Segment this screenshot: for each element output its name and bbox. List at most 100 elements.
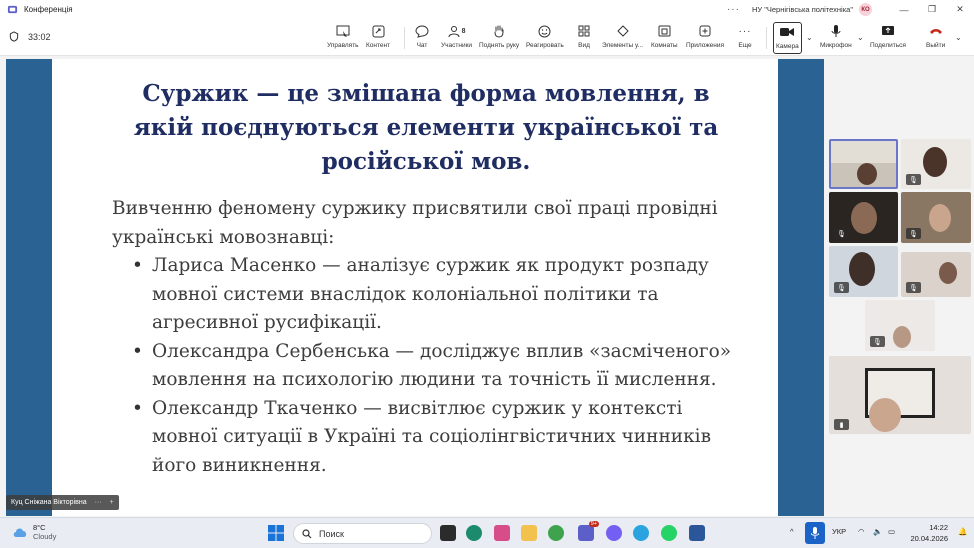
control-label: Управлять	[327, 42, 359, 49]
chevron-down-icon[interactable]: ⌄	[955, 33, 962, 42]
slide-bullet: Лариса Масенко — аналізує суржик як прод…	[132, 252, 752, 338]
mic-off-icon: 🎙	[870, 336, 885, 347]
participant-tile[interactable]: ▮	[829, 356, 971, 434]
participant-tile[interactable]: 🎙	[829, 246, 898, 297]
microphone-button[interactable]: Микрофон	[820, 22, 852, 54]
ellipsis-icon: ···	[738, 25, 752, 37]
telegram-icon[interactable]	[633, 525, 649, 541]
chevron-down-icon[interactable]: ⌄	[806, 33, 813, 42]
timer-text: 33:02	[28, 31, 51, 42]
mic-off-icon: 🎙	[834, 228, 849, 239]
hand-icon	[490, 22, 508, 40]
system-clock[interactable]: 14:22 20.04.2026	[910, 522, 948, 544]
rooms-icon	[655, 22, 673, 40]
apps-label: Приложения	[686, 42, 725, 49]
raise-hand-button[interactable]: Поднять руку	[479, 22, 519, 54]
camera-button[interactable]: Камера	[773, 22, 802, 54]
mic-off-icon: 🎙	[906, 174, 921, 185]
windows-start-icon[interactable]	[268, 525, 284, 541]
microphone-icon	[827, 22, 845, 40]
notifications-bell-icon[interactable]: 🔔	[958, 527, 967, 536]
content-label: Контент	[366, 42, 391, 49]
video-camera-icon	[778, 23, 796, 41]
mic-on-icon: ▮	[834, 419, 849, 430]
presenter-name-tag[interactable]: Куц Сніжана Вікторівна ··· +	[6, 495, 119, 510]
slide-bullet-list: Лариса Масенко — аналізує суржик як прод…	[132, 252, 752, 480]
participants-count: 8	[461, 27, 466, 35]
slide-body: Вивченню феномену суржику присвятили сво…	[112, 195, 752, 480]
react-button[interactable]: Реагировать	[526, 22, 564, 54]
participant-tile[interactable]: 🎙	[829, 192, 898, 243]
control-button[interactable]: Управлять	[327, 22, 359, 54]
app-icon	[7, 5, 18, 14]
rooms-button[interactable]: Комнаты	[651, 22, 678, 54]
minimize-icon[interactable]: —	[890, 5, 918, 15]
participant-tile[interactable]: 🎙	[901, 139, 971, 189]
wifi-icon[interactable]: ◠	[858, 527, 865, 536]
battery-icon[interactable]: ▭	[888, 527, 895, 536]
apps-button[interactable]: Приложения	[686, 22, 724, 54]
leave-label: Выйти	[926, 42, 946, 49]
chevron-down-icon[interactable]: ⌄	[857, 33, 864, 42]
mic-in-use-icon[interactable]	[805, 522, 825, 544]
organization-name: НУ "Чернігівська політехніка"	[751, 5, 853, 14]
weather-condition: Cloudy	[33, 532, 57, 541]
avatar[interactable]: КО	[859, 3, 872, 16]
participant-tile[interactable]: 🎙	[865, 300, 935, 351]
meeting-toolbar: 33:02 Управлять Контент Чат 8 Участники …	[0, 19, 974, 56]
restore-icon[interactable]: ❐	[918, 4, 946, 15]
chat-label: Чат	[416, 42, 428, 49]
participant-tile[interactable]: 🎙	[901, 192, 971, 243]
microphone-label: Микрофон	[820, 42, 852, 49]
participant-tile[interactable]	[829, 139, 898, 189]
teams-icon[interactable]: 9+	[578, 521, 599, 541]
chat-button[interactable]: Чат	[413, 22, 431, 54]
volume-icon[interactable]: 🔈	[873, 527, 882, 536]
content-icon	[369, 22, 387, 40]
plus-square-icon	[696, 22, 714, 40]
share-button[interactable]: Поделиться	[870, 22, 906, 54]
chrome-browser-icon[interactable]	[548, 525, 564, 541]
elements-button[interactable]: Элементы у...	[602, 22, 643, 54]
shared-content-stage: Суржик — це змішана форма мовлення, в як…	[0, 57, 827, 517]
content-button[interactable]: Контент	[366, 22, 390, 54]
slide-intro: Вивченню феномену суржику присвятили сво…	[112, 198, 718, 248]
more-button[interactable]: ··· Еще	[736, 22, 754, 54]
task-view-icon[interactable]	[440, 525, 456, 541]
title-bar: Конференція ··· НУ "Чернігівська політех…	[0, 0, 974, 19]
weather-widget[interactable]: 8°C Cloudy	[12, 523, 56, 541]
view-button[interactable]: Вид	[575, 22, 593, 54]
participants-button[interactable]: 8 Участники	[441, 22, 472, 54]
toolbar-divider	[404, 27, 405, 49]
windows-taskbar: 8°C Cloudy Поиск 9+ ^ УКР ◠ 🔈 ▭ 14:22 20…	[0, 517, 974, 548]
leave-button[interactable]: Выйти	[926, 22, 945, 54]
react-label: Реагировать	[526, 42, 564, 49]
smile-icon	[536, 22, 554, 40]
close-icon[interactable]: ✕	[946, 4, 974, 15]
mic-off-icon: 🎙	[906, 282, 921, 293]
elements-label: Элементы у...	[602, 42, 644, 49]
input-language[interactable]: УКР	[832, 527, 846, 536]
taskbar-search[interactable]: Поиск	[293, 523, 432, 544]
whatsapp-icon[interactable]	[661, 525, 677, 541]
plus-icon[interactable]: +	[110, 499, 114, 506]
viber-icon[interactable]	[606, 525, 622, 541]
participants-label: Участники	[441, 42, 473, 49]
word-icon[interactable]	[689, 525, 705, 541]
mic-off-icon: 🎙	[834, 282, 849, 293]
slide-bullet: Олександр Ткаченко — висвітлює суржик у …	[132, 395, 752, 481]
temperature: 8°C	[33, 523, 46, 532]
copilot-icon[interactable]	[494, 525, 510, 541]
participant-tile[interactable]: 🎙	[901, 252, 971, 297]
clock-date: 20.04.2026	[910, 534, 948, 543]
more-label: Еще	[738, 42, 752, 49]
hang-up-icon	[927, 22, 945, 40]
more-options-icon[interactable]: ···	[727, 4, 740, 15]
file-explorer-icon[interactable]	[521, 525, 537, 541]
presentation-slide: Суржик — це змішана форма мовлення, в як…	[6, 59, 824, 516]
toolbar-divider	[766, 27, 767, 49]
search-placeholder: Поиск	[319, 528, 344, 539]
ellipsis-icon[interactable]: ···	[95, 499, 102, 506]
edge-browser-icon[interactable]	[466, 525, 482, 541]
tray-chevron-icon[interactable]: ^	[790, 527, 794, 536]
